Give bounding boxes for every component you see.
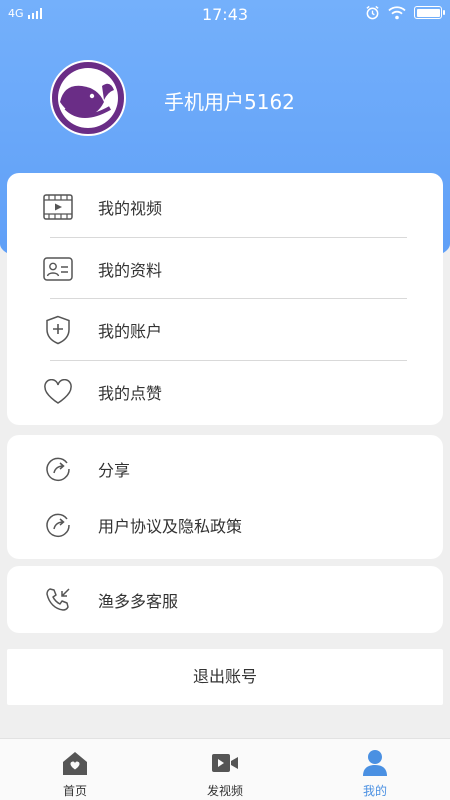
- tab-mine[interactable]: 我的: [300, 739, 450, 800]
- alarm-icon: [366, 5, 379, 20]
- camera-icon: [210, 748, 240, 778]
- tab-label: 首页: [62, 784, 87, 798]
- tab-label: 我的: [362, 784, 387, 798]
- menu-item-my-videos[interactable]: 我的视频: [7, 177, 443, 237]
- video-icon: [43, 192, 73, 222]
- tab-label: 发视频: [206, 784, 243, 798]
- menu-item-label: 我的点赞: [98, 384, 163, 403]
- logout-button[interactable]: 退出账号: [7, 649, 443, 705]
- menu-card-service: 渔多多客服: [7, 566, 443, 633]
- whale-logo-icon: [58, 68, 118, 128]
- menu-item-label: 我的资料: [98, 261, 163, 280]
- avatar[interactable]: [50, 60, 126, 136]
- status-icons: [365, 5, 445, 20]
- home-icon: [60, 748, 90, 778]
- profile-card-icon: [43, 254, 73, 284]
- bottom-tab-bar: 首页 发视频 我的: [0, 738, 450, 800]
- menu-item-label: 渔多多客服: [98, 592, 179, 611]
- battery-level: [416, 8, 440, 17]
- divider: [50, 237, 407, 238]
- menu-item-my-profile[interactable]: 我的资料: [7, 239, 443, 299]
- menu-card-info: 分享 用户协议及隐私政策: [7, 435, 443, 559]
- menu-card-personal: 我的视频 我的资料 我的账户 我的点赞: [7, 173, 443, 425]
- phone-incoming-icon: [43, 585, 73, 615]
- menu-item-label: 我的账户: [98, 322, 163, 341]
- status-bar: 4G 17:43: [0, 0, 450, 30]
- menu-item-label: 用户协议及隐私政策: [98, 517, 243, 536]
- logout-label: 退出账号: [192, 667, 257, 686]
- shield-plus-icon: [43, 315, 73, 345]
- menu-item-label: 分享: [98, 461, 131, 480]
- tab-post-video[interactable]: 发视频: [150, 739, 300, 800]
- menu-item-user-agreement[interactable]: 用户协议及隐私政策: [7, 495, 443, 555]
- menu-item-label: 我的视频: [98, 199, 163, 218]
- menu-item-my-likes[interactable]: 我的点赞: [7, 362, 443, 422]
- share-icon: [43, 510, 73, 540]
- tab-home[interactable]: 首页: [0, 739, 150, 800]
- battery-icon: [414, 6, 445, 19]
- menu-item-share[interactable]: 分享: [7, 439, 443, 499]
- share-icon: [43, 454, 73, 484]
- menu-item-customer-service[interactable]: 渔多多客服: [7, 570, 443, 630]
- menu-item-my-account[interactable]: 我的账户: [7, 300, 443, 360]
- divider: [50, 360, 407, 361]
- user-icon: [360, 748, 390, 778]
- wifi-icon: [388, 5, 406, 19]
- heart-icon: [43, 377, 73, 407]
- divider: [50, 298, 407, 299]
- username[interactable]: 手机用户5162: [164, 86, 295, 115]
